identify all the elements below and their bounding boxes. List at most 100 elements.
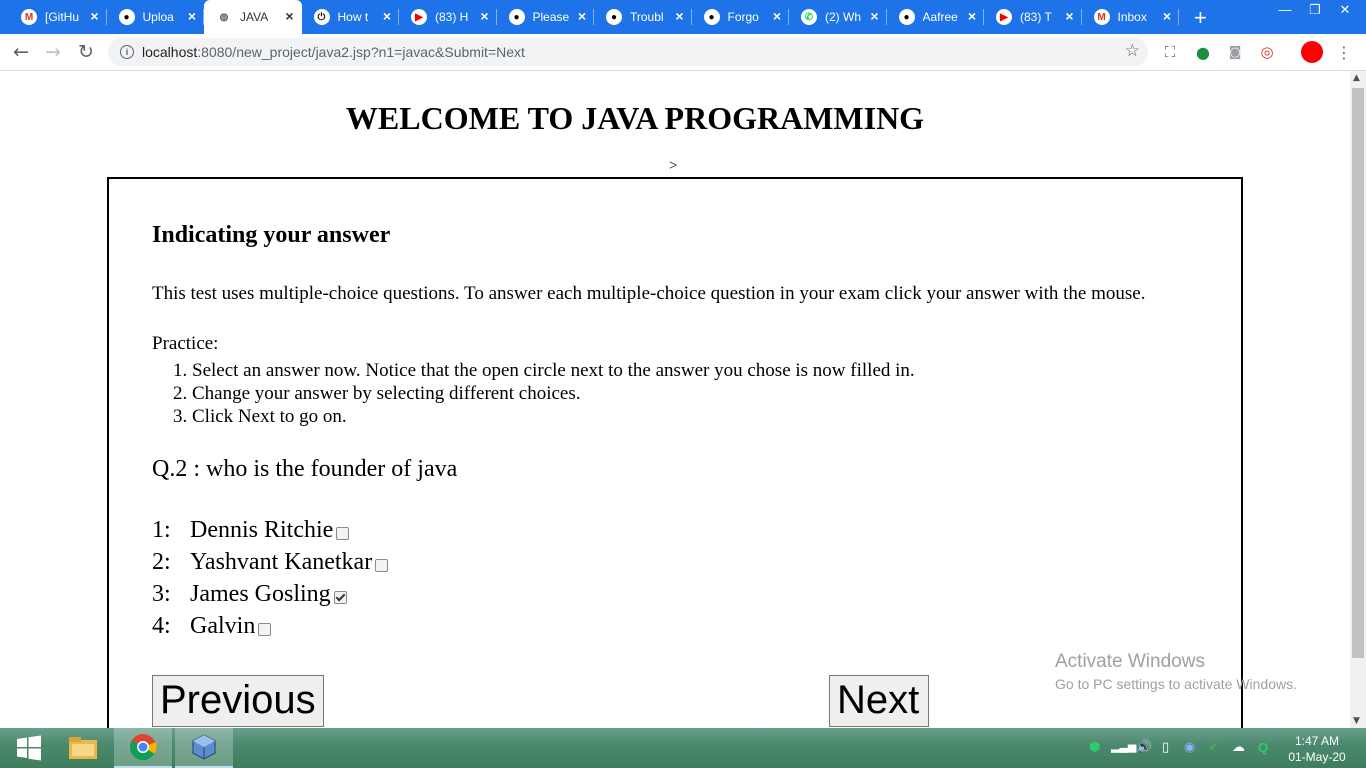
tab-close-icon[interactable]: ×: [578, 9, 586, 23]
tab-close-icon[interactable]: ×: [285, 9, 293, 23]
windows-logo-icon: [17, 735, 41, 761]
answer-option-3: 3: James Gosling: [152, 578, 388, 610]
tab-title: JAVA: [240, 10, 269, 24]
option-checkbox[interactable]: [258, 622, 272, 636]
close-window-button[interactable]: ✕: [1330, 0, 1360, 22]
forward-icon[interactable]: →: [41, 41, 65, 63]
browser-tab[interactable]: ▶ (83) H ×: [399, 0, 497, 34]
option-checkbox[interactable]: [333, 590, 347, 604]
tab-close-icon[interactable]: ×: [90, 9, 98, 23]
tab-title: [GitHu: [45, 10, 80, 24]
url-text[interactable]: localhost:8080/new_project/java2.jsp?n1=…: [142, 44, 525, 60]
tab-title: Uploa: [142, 10, 174, 24]
stray-text: >: [669, 158, 678, 174]
tab-title: Please: [532, 10, 570, 24]
new-tab-button[interactable]: +: [1194, 5, 1207, 31]
browser-tab[interactable]: ✆ (2) Wh ×: [789, 0, 887, 34]
start-button[interactable]: [0, 728, 58, 768]
browser-tab[interactable]: ● Troubl ×: [594, 0, 692, 34]
previous-button[interactable]: Previous: [152, 675, 324, 727]
option-checkbox[interactable]: [375, 558, 389, 572]
info-icon[interactable]: i: [120, 45, 134, 59]
virtualbox-taskbar[interactable]: [175, 728, 233, 768]
file-explorer-taskbar[interactable]: [54, 728, 112, 768]
menu-icon[interactable]: ⋮: [1334, 42, 1354, 62]
battery-icon[interactable]: ▯: [1162, 740, 1169, 755]
globe-icon: ◍: [216, 9, 232, 25]
browser-tab[interactable]: ● Uploa ×: [107, 0, 204, 34]
reload-icon[interactable]: ↻: [74, 41, 98, 63]
whatsapp-icon: ✆: [801, 9, 817, 25]
option-number: 2:: [152, 548, 171, 575]
browser-toolbar: ← → ↻ i localhost:8080/new_project/java2…: [0, 34, 1366, 71]
answer-options: 1: Dennis Ritchie 2: Yashvant Kanetkar 3…: [152, 514, 389, 642]
opera-extension-icon[interactable]: ◎: [1257, 42, 1277, 62]
restore-button[interactable]: ❐: [1300, 0, 1330, 22]
url-path: :8080/new_project/java2.jsp?n1=javac&Sub…: [197, 44, 525, 60]
gmail-icon: M: [1093, 9, 1110, 25]
power-icon: ⏻: [313, 9, 330, 25]
check-tray-icon[interactable]: ✔: [1208, 740, 1219, 755]
intro-text: This test uses multiple-choice questions…: [152, 283, 1146, 304]
scroll-thumb[interactable]: [1352, 88, 1364, 658]
browser-tab[interactable]: ● Forgo ×: [692, 0, 789, 34]
tab-title: (83) H: [435, 10, 469, 24]
tab-title: Forgo: [727, 10, 759, 24]
browser-tab[interactable]: ◍ JAVA ×: [204, 0, 302, 34]
answer-option-1: 1: Dennis Ritchie: [152, 514, 388, 546]
q-tray-icon[interactable]: Q: [1258, 740, 1268, 755]
chrome-taskbar[interactable]: [114, 728, 172, 768]
tab-close-icon[interactable]: ×: [773, 9, 781, 23]
tab-close-icon[interactable]: ×: [383, 9, 391, 23]
tab-close-icon[interactable]: ×: [1163, 9, 1171, 23]
chrome-tray-icon[interactable]: ◉: [1184, 740, 1195, 755]
tab-close-icon[interactable]: ×: [480, 9, 488, 23]
quiz-panel: Indicating your answer This test uses mu…: [107, 177, 1243, 728]
camera-icon[interactable]: ◙: [1225, 42, 1245, 62]
system-clock[interactable]: 1:47 AM 01-May-20: [1282, 733, 1352, 765]
option-label: James Gosling: [190, 580, 331, 607]
option-label: Galvin: [190, 612, 256, 639]
vertical-scrollbar[interactable]: ▲ ▼: [1350, 71, 1366, 728]
folder-icon: [69, 737, 97, 759]
back-icon[interactable]: ←: [9, 41, 33, 63]
browser-tab[interactable]: M Inbox ×: [1082, 0, 1179, 34]
scroll-up-icon[interactable]: ▲: [1353, 73, 1360, 83]
option-checkbox[interactable]: [336, 526, 350, 540]
minimize-button[interactable]: —: [1270, 0, 1300, 22]
green-extension-icon[interactable]: ●: [1193, 42, 1213, 62]
tab-close-icon[interactable]: ×: [675, 9, 683, 23]
browser-tab[interactable]: ● Please ×: [497, 0, 594, 34]
tab-close-icon[interactable]: ×: [188, 9, 196, 23]
tab-close-icon[interactable]: ×: [968, 9, 976, 23]
address-bar[interactable]: i localhost:8080/new_project/java2.jsp?n…: [108, 38, 1148, 66]
browser-tab[interactable]: ● Aafree ×: [887, 0, 984, 34]
tab-title: (83) T: [1020, 10, 1052, 24]
step-item: Change your answer by selecting differen…: [192, 382, 915, 405]
cube-icon: [192, 734, 216, 760]
browser-tab[interactable]: ▶ (83) T ×: [984, 0, 1082, 34]
youtube-icon: ▶: [996, 9, 1012, 25]
tab-title: How t: [337, 10, 369, 24]
shield-tray-icon[interactable]: ⬢: [1089, 740, 1100, 755]
tab-close-icon[interactable]: ×: [870, 9, 878, 23]
screen-capture-icon[interactable]: ⛶: [1160, 42, 1180, 62]
next-button[interactable]: Next: [829, 675, 929, 727]
scroll-down-icon[interactable]: ▼: [1353, 716, 1360, 726]
cloud-icon[interactable]: ☁: [1232, 740, 1245, 755]
gmail-icon: M: [21, 9, 37, 25]
tab-close-icon[interactable]: ×: [1065, 9, 1073, 23]
answer-option-4: 4: Galvin: [152, 610, 388, 642]
network-signal-icon[interactable]: ▂▃▅: [1111, 740, 1136, 753]
answer-option-2: 2: Yashvant Kanetkar: [152, 546, 389, 578]
volume-icon[interactable]: 🔊: [1136, 740, 1152, 755]
profile-avatar[interactable]: [1301, 41, 1323, 63]
step-item: Select an answer now. Notice that the op…: [192, 359, 915, 382]
browser-tab[interactable]: M [GitHu ×: [9, 0, 107, 34]
page-title: WELCOME TO JAVA PROGRAMMING: [345, 100, 925, 136]
bookmark-star-icon[interactable]: ☆: [1125, 41, 1140, 61]
browser-tab[interactable]: ⏻ How t ×: [302, 0, 399, 34]
practice-steps: Select an answer now. Notice that the op…: [152, 359, 915, 428]
step-item: Click Next to go on.: [192, 405, 915, 428]
github-icon: ●: [606, 9, 622, 25]
